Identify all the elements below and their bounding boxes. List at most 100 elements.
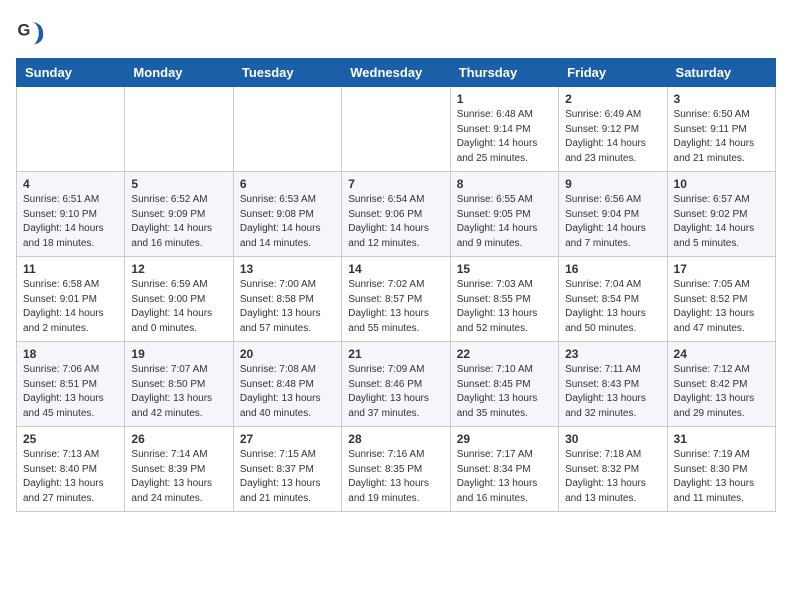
day-number: 22 — [457, 347, 552, 361]
day-info: Sunrise: 7:12 AMSunset: 8:42 PMDaylight:… — [674, 363, 769, 421]
day-info: Sunrise: 7:16 AMSunset: 8:35 PMDaylight:… — [348, 448, 443, 506]
day-number: 26 — [131, 432, 226, 446]
calendar-week-2: 4 Sunrise: 6:51 AMSunset: 9:10 PMDaylight… — [17, 172, 776, 257]
day-info: Sunrise: 7:07 AMSunset: 8:50 PMDaylight:… — [131, 363, 226, 421]
day-info: Sunrise: 7:00 AMSunset: 8:58 PMDaylight:… — [240, 278, 335, 336]
logo: G — [16, 16, 50, 46]
day-number: 28 — [348, 432, 443, 446]
day-info: Sunrise: 6:56 AMSunset: 9:04 PMDaylight:… — [565, 193, 660, 251]
day-number: 14 — [348, 262, 443, 276]
calendar-table: SundayMondayTuesdayWednesdayThursdayFrid… — [16, 58, 776, 512]
weekday-tuesday: Tuesday — [233, 59, 341, 87]
weekday-saturday: Saturday — [667, 59, 775, 87]
calendar-day: 11 Sunrise: 6:58 AMSunset: 9:01 PMDayligh… — [17, 257, 125, 342]
weekday-sunday: Sunday — [17, 59, 125, 87]
day-info: Sunrise: 7:14 AMSunset: 8:39 PMDaylight:… — [131, 448, 226, 506]
day-info: Sunrise: 7:03 AMSunset: 8:55 PMDaylight:… — [457, 278, 552, 336]
logo-icon: G — [16, 16, 46, 46]
calendar-day: 19 Sunrise: 7:07 AMSunset: 8:50 PMDayligh… — [125, 342, 233, 427]
day-info: Sunrise: 6:59 AMSunset: 9:00 PMDaylight:… — [131, 278, 226, 336]
calendar-week-1: 1 Sunrise: 6:48 AMSunset: 9:14 PMDaylight… — [17, 87, 776, 172]
calendar-week-4: 18 Sunrise: 7:06 AMSunset: 8:51 PMDayligh… — [17, 342, 776, 427]
day-number: 30 — [565, 432, 660, 446]
calendar-day: 26 Sunrise: 7:14 AMSunset: 8:39 PMDayligh… — [125, 427, 233, 512]
day-info: Sunrise: 7:09 AMSunset: 8:46 PMDaylight:… — [348, 363, 443, 421]
calendar-day: 21 Sunrise: 7:09 AMSunset: 8:46 PMDayligh… — [342, 342, 450, 427]
calendar-day: 3 Sunrise: 6:50 AMSunset: 9:11 PMDaylight… — [667, 87, 775, 172]
day-info: Sunrise: 7:17 AMSunset: 8:34 PMDaylight:… — [457, 448, 552, 506]
weekday-thursday: Thursday — [450, 59, 558, 87]
day-number: 31 — [674, 432, 769, 446]
calendar-day: 12 Sunrise: 6:59 AMSunset: 9:00 PMDayligh… — [125, 257, 233, 342]
calendar-day: 23Sunrise: 7:11 AMSunset: 8:43 PMDayligh… — [559, 342, 667, 427]
calendar-day: 5Sunrise: 6:52 AMSunset: 9:09 PMDaylight… — [125, 172, 233, 257]
calendar-header: SundayMondayTuesdayWednesdayThursdayFrid… — [17, 59, 776, 87]
calendar-day — [342, 87, 450, 172]
day-number: 9 — [565, 177, 660, 191]
day-info: Sunrise: 6:48 AMSunset: 9:14 PMDaylight:… — [457, 108, 552, 166]
day-info: Sunrise: 6:53 AMSunset: 9:08 PMDaylight:… — [240, 193, 335, 251]
calendar-day: 28 Sunrise: 7:16 AMSunset: 8:35 PMDayligh… — [342, 427, 450, 512]
weekday-wednesday: Wednesday — [342, 59, 450, 87]
calendar-day: 20 Sunrise: 7:08 AMSunset: 8:48 PMDayligh… — [233, 342, 341, 427]
day-info: Sunrise: 6:55 AMSunset: 9:05 PMDaylight:… — [457, 193, 552, 251]
calendar-day: 16 Sunrise: 7:04 AMSunset: 8:54 PMDayligh… — [559, 257, 667, 342]
day-number: 25 — [23, 432, 118, 446]
day-number: 16 — [565, 262, 660, 276]
day-number: 24 — [674, 347, 769, 361]
calendar-day: 7 Sunrise: 6:54 AMSunset: 9:06 PMDaylight… — [342, 172, 450, 257]
day-number: 3 — [674, 92, 769, 106]
day-number: 18 — [23, 347, 118, 361]
calendar-day — [125, 87, 233, 172]
calendar-day: 10Sunrise: 6:57 AMSunset: 9:02 PMDayligh… — [667, 172, 775, 257]
day-number: 8 — [457, 177, 552, 191]
day-info: Sunrise: 6:58 AMSunset: 9:01 PMDaylight:… — [23, 278, 118, 336]
day-number: 23 — [565, 347, 660, 361]
svg-text:G: G — [18, 22, 31, 40]
day-info: Sunrise: 7:02 AMSunset: 8:57 PMDaylight:… — [348, 278, 443, 336]
day-info: Sunrise: 7:18 AMSunset: 8:32 PMDaylight:… — [565, 448, 660, 506]
calendar-day: 27 Sunrise: 7:15 AMSunset: 8:37 PMDayligh… — [233, 427, 341, 512]
day-number: 29 — [457, 432, 552, 446]
page-header: G — [16, 16, 776, 46]
calendar-day: 1 Sunrise: 6:48 AMSunset: 9:14 PMDaylight… — [450, 87, 558, 172]
day-info: Sunrise: 7:15 AMSunset: 8:37 PMDaylight:… — [240, 448, 335, 506]
calendar-day: 22Sunrise: 7:10 AMSunset: 8:45 PMDayligh… — [450, 342, 558, 427]
day-info: Sunrise: 6:51 AMSunset: 9:10 PMDaylight:… — [23, 193, 118, 251]
calendar-day: 8 Sunrise: 6:55 AMSunset: 9:05 PMDaylight… — [450, 172, 558, 257]
day-number: 7 — [348, 177, 443, 191]
day-number: 15 — [457, 262, 552, 276]
day-number: 12 — [131, 262, 226, 276]
day-info: Sunrise: 7:05 AMSunset: 8:52 PMDaylight:… — [674, 278, 769, 336]
calendar-day: 4 Sunrise: 6:51 AMSunset: 9:10 PMDaylight… — [17, 172, 125, 257]
day-number: 13 — [240, 262, 335, 276]
day-number: 27 — [240, 432, 335, 446]
day-number: 19 — [131, 347, 226, 361]
calendar-day: 2Sunrise: 6:49 AMSunset: 9:12 PMDaylight… — [559, 87, 667, 172]
calendar-day: 15 Sunrise: 7:03 AMSunset: 8:55 PMDayligh… — [450, 257, 558, 342]
day-number: 17 — [674, 262, 769, 276]
day-number: 1 — [457, 92, 552, 106]
weekday-row: SundayMondayTuesdayWednesdayThursdayFrid… — [17, 59, 776, 87]
day-info: Sunrise: 6:54 AMSunset: 9:06 PMDaylight:… — [348, 193, 443, 251]
day-number: 6 — [240, 177, 335, 191]
day-info: Sunrise: 7:04 AMSunset: 8:54 PMDaylight:… — [565, 278, 660, 336]
weekday-monday: Monday — [125, 59, 233, 87]
day-info: Sunrise: 7:08 AMSunset: 8:48 PMDaylight:… — [240, 363, 335, 421]
day-number: 2 — [565, 92, 660, 106]
day-info: Sunrise: 7:06 AMSunset: 8:51 PMDaylight:… — [23, 363, 118, 421]
day-number: 4 — [23, 177, 118, 191]
calendar-week-5: 25Sunrise: 7:13 AMSunset: 8:40 PMDayligh… — [17, 427, 776, 512]
calendar-day: 18 Sunrise: 7:06 AMSunset: 8:51 PMDayligh… — [17, 342, 125, 427]
day-number: 21 — [348, 347, 443, 361]
day-info: Sunrise: 6:50 AMSunset: 9:11 PMDaylight:… — [674, 108, 769, 166]
calendar-day: 25Sunrise: 7:13 AMSunset: 8:40 PMDayligh… — [17, 427, 125, 512]
calendar-day: 6 Sunrise: 6:53 AMSunset: 9:08 PMDaylight… — [233, 172, 341, 257]
day-number: 11 — [23, 262, 118, 276]
calendar-day: 24 Sunrise: 7:12 AMSunset: 8:42 PMDayligh… — [667, 342, 775, 427]
calendar-day: 13 Sunrise: 7:00 AMSunset: 8:58 PMDayligh… — [233, 257, 341, 342]
day-info: Sunrise: 6:57 AMSunset: 9:02 PMDaylight:… — [674, 193, 769, 251]
calendar-day: 9 Sunrise: 6:56 AMSunset: 9:04 PMDaylight… — [559, 172, 667, 257]
calendar-day — [233, 87, 341, 172]
day-number: 20 — [240, 347, 335, 361]
